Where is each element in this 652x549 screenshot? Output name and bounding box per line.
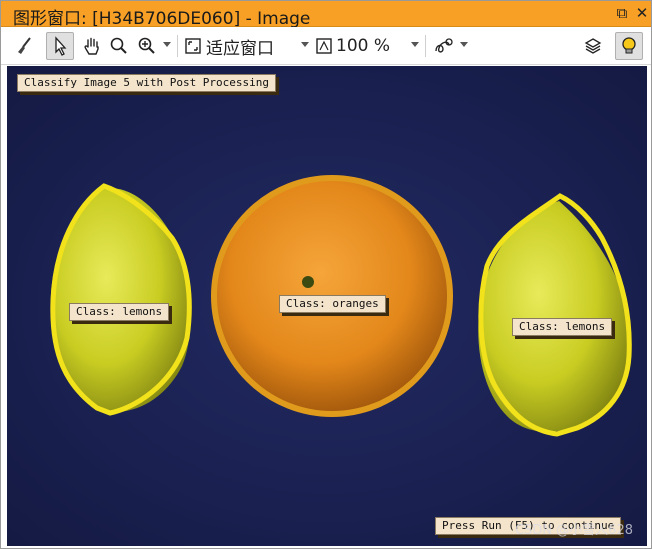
fit-window-label: 适应窗口 <box>206 38 274 59</box>
zoom-percent-dropdown-arrow[interactable] <box>411 42 419 47</box>
class-label-lemons-left: Class: lemons <box>69 303 170 321</box>
title-bar[interactable]: 图形窗口: [H34B706DE060] - Image ⧉ ✕ <box>1 1 651 29</box>
close-icon[interactable]: ✕ <box>633 4 651 22</box>
lemon-right <box>478 193 632 437</box>
zoom-percent-button[interactable]: 100 % <box>315 32 415 60</box>
zoom-percent-label: 100 % <box>336 36 391 56</box>
layers-icon[interactable] <box>581 32 605 60</box>
zoom-percent-icon <box>316 38 332 54</box>
toolbar: 适应窗口 100 % <box>1 27 651 65</box>
restore-icon[interactable]: ⧉ <box>613 4 631 22</box>
zoom-dropdown-arrow[interactable] <box>163 42 171 47</box>
class-label-oranges: Class: oranges <box>279 295 386 313</box>
broom-icon[interactable] <box>11 32 37 60</box>
zoom-in-icon[interactable] <box>136 32 158 60</box>
fit-window-button[interactable]: 适应窗口 <box>184 32 294 60</box>
pointer-icon[interactable] <box>46 32 74 60</box>
window-title: 图形窗口: [H34B706DE060] - Image <box>13 9 311 29</box>
graphics-window: 图形窗口: [H34B706DE060] - Image ⧉ ✕ 适应窗口 10… <box>0 0 652 549</box>
image-canvas[interactable]: Classify Image 5 with Post Processing Cl… <box>7 66 647 546</box>
toolbar-separator <box>177 35 178 57</box>
lightbulb-icon[interactable] <box>615 32 643 60</box>
fit-window-icon <box>185 38 201 54</box>
watermark: CSDN @小雪人628 <box>514 523 633 538</box>
magnifier-icon[interactable] <box>108 32 130 60</box>
toolbar-separator <box>425 35 426 57</box>
class-label-lemons-right: Class: lemons <box>512 318 613 336</box>
header-label: Classify Image 5 with Post Processing <box>17 74 277 92</box>
draw-dropdown-arrow[interactable] <box>460 42 468 47</box>
draw-icon[interactable] <box>431 32 457 60</box>
lemon-left <box>50 183 192 416</box>
fit-dropdown-arrow[interactable] <box>301 42 309 47</box>
hand-icon[interactable] <box>79 32 105 60</box>
